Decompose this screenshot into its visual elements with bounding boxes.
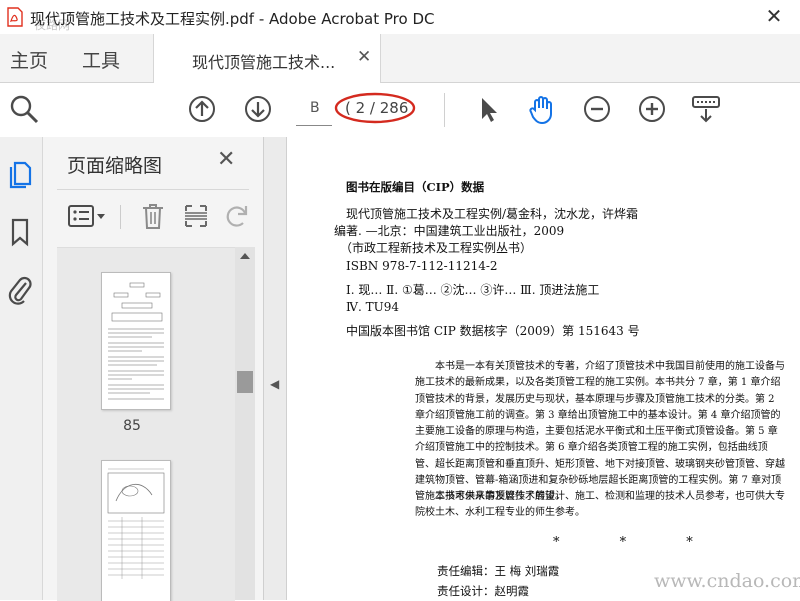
- panel-toolbar-divider: [120, 205, 121, 229]
- rotate-page-icon[interactable]: [221, 201, 251, 231]
- panel-close-button[interactable]: ✕: [217, 147, 235, 172]
- thumbnail-page-number: 85: [123, 418, 141, 434]
- zoom-search-icon[interactable]: [8, 93, 40, 125]
- site-watermark: www.cndao.com: [654, 570, 800, 592]
- tab-close-button[interactable]: ✕: [357, 47, 371, 67]
- select-pointer-icon[interactable]: [472, 93, 504, 125]
- page-count-text: ( 2 / 286: [345, 99, 409, 117]
- tab-document-label: 现代顶管施工技术...: [192, 53, 336, 72]
- hand-tool-icon[interactable]: [526, 93, 558, 125]
- thumbnail-scrollbar[interactable]: [235, 247, 255, 600]
- toolbar-divider: [444, 93, 445, 127]
- tab-tools[interactable]: 工具: [82, 46, 120, 73]
- tab-bar: 主页 工具 现代顶管施工技术... ✕: [0, 34, 800, 83]
- editor-credit: 责任编辑：王 梅 刘瑞霞: [437, 564, 560, 578]
- insert-page-icon[interactable]: [181, 201, 211, 231]
- cip-line: 中国版本图书馆 CIP 数据核字（2009）第 151643 号: [346, 324, 640, 338]
- design-credit: 责任设计：赵明霞: [437, 584, 529, 598]
- thumbnail-preview: [108, 282, 164, 400]
- scrollbar-thumb[interactable]: [237, 371, 253, 393]
- thumbnail-panel: 页面缩略图 ✕ 85: [43, 137, 264, 601]
- options-menu-icon[interactable]: [67, 201, 109, 231]
- panel-collapse-handle[interactable]: ◀: [264, 137, 287, 600]
- tab-home[interactable]: 主页: [10, 46, 48, 73]
- page-thumbnails-icon[interactable]: [6, 159, 34, 189]
- separator-stars: * * *: [553, 535, 721, 550]
- cip-line: 编著. —北京：中国建筑工业出版社，2009: [334, 224, 565, 238]
- title-bar: 夜路网 现代顶管施工技术及工程实例.pdf - Adobe Acrobat Pr…: [0, 0, 800, 35]
- window-close-button[interactable]: ✕: [752, 0, 796, 32]
- attachment-icon[interactable]: [6, 275, 34, 305]
- audience-paragraph: 本书可供从事顶管技术的设计、施工、检测和监理的技术人员参考，也可供大专院校土木、…: [415, 491, 785, 519]
- zoom-in-icon[interactable]: [636, 93, 668, 125]
- scroll-up-arrow-icon[interactable]: [239, 251, 251, 261]
- page-down-icon[interactable]: [242, 93, 274, 125]
- thumbnail-list: 85: [57, 247, 235, 601]
- page-number-value: B: [310, 100, 320, 116]
- document-view[interactable]: 图书在版编目（CIP）数据 现代顶管施工技术及工程实例/葛金科，沈水龙，许烨霜 …: [287, 137, 800, 600]
- bookmark-icon[interactable]: [6, 217, 34, 247]
- page-thumbnail[interactable]: [101, 460, 171, 601]
- cip-line: （市政工程新技术及工程实例丛书）: [340, 241, 533, 255]
- panel-title: 页面缩略图: [67, 155, 163, 177]
- window-title: 现代顶管施工技术及工程实例.pdf - Adobe Acrobat Pro DC: [30, 10, 435, 28]
- panel-divider: [57, 189, 249, 190]
- cip-line: Ⅳ. TU94: [346, 300, 400, 314]
- zoom-out-icon[interactable]: [581, 93, 613, 125]
- acrobat-logo-icon: [7, 7, 23, 27]
- cip-line: Ⅰ. 现… Ⅱ. ①葛… ②沈… ③许… Ⅲ. 顶进法施工: [346, 283, 600, 297]
- page-number-input[interactable]: B: [296, 95, 332, 126]
- cip-line: ISBN 978-7-112-11214-2: [346, 259, 498, 273]
- tab-document[interactable]: 现代顶管施工技术... ✕: [154, 34, 381, 83]
- keyboard-scroll-icon[interactable]: [690, 93, 722, 125]
- page-up-icon[interactable]: [186, 93, 218, 125]
- main-toolbar: B ( 2 / 286: [0, 83, 800, 138]
- thumbnail-preview: [107, 468, 165, 579]
- pdf-page: 图书在版编目（CIP）数据 现代顶管施工技术及工程实例/葛金科，沈水龙，许烨霜 …: [287, 137, 800, 600]
- cip-heading: 图书在版编目（CIP）数据: [346, 180, 485, 194]
- cip-line: 现代顶管施工技术及工程实例/葛金科，沈水龙，许烨霜: [346, 207, 639, 221]
- trash-icon[interactable]: [138, 201, 168, 231]
- navigation-rail: [0, 137, 43, 600]
- page-thumbnail[interactable]: [101, 272, 171, 410]
- summary-paragraph: 本书是一本有关顶管技术的专著，介绍了顶管技术中我国目前使用的施工设备与施工技术的…: [415, 361, 785, 503]
- collapse-arrow-icon: ◀: [270, 377, 280, 391]
- panel-toolbar: [43, 197, 263, 237]
- page-count: ( 2 / 286: [333, 89, 417, 129]
